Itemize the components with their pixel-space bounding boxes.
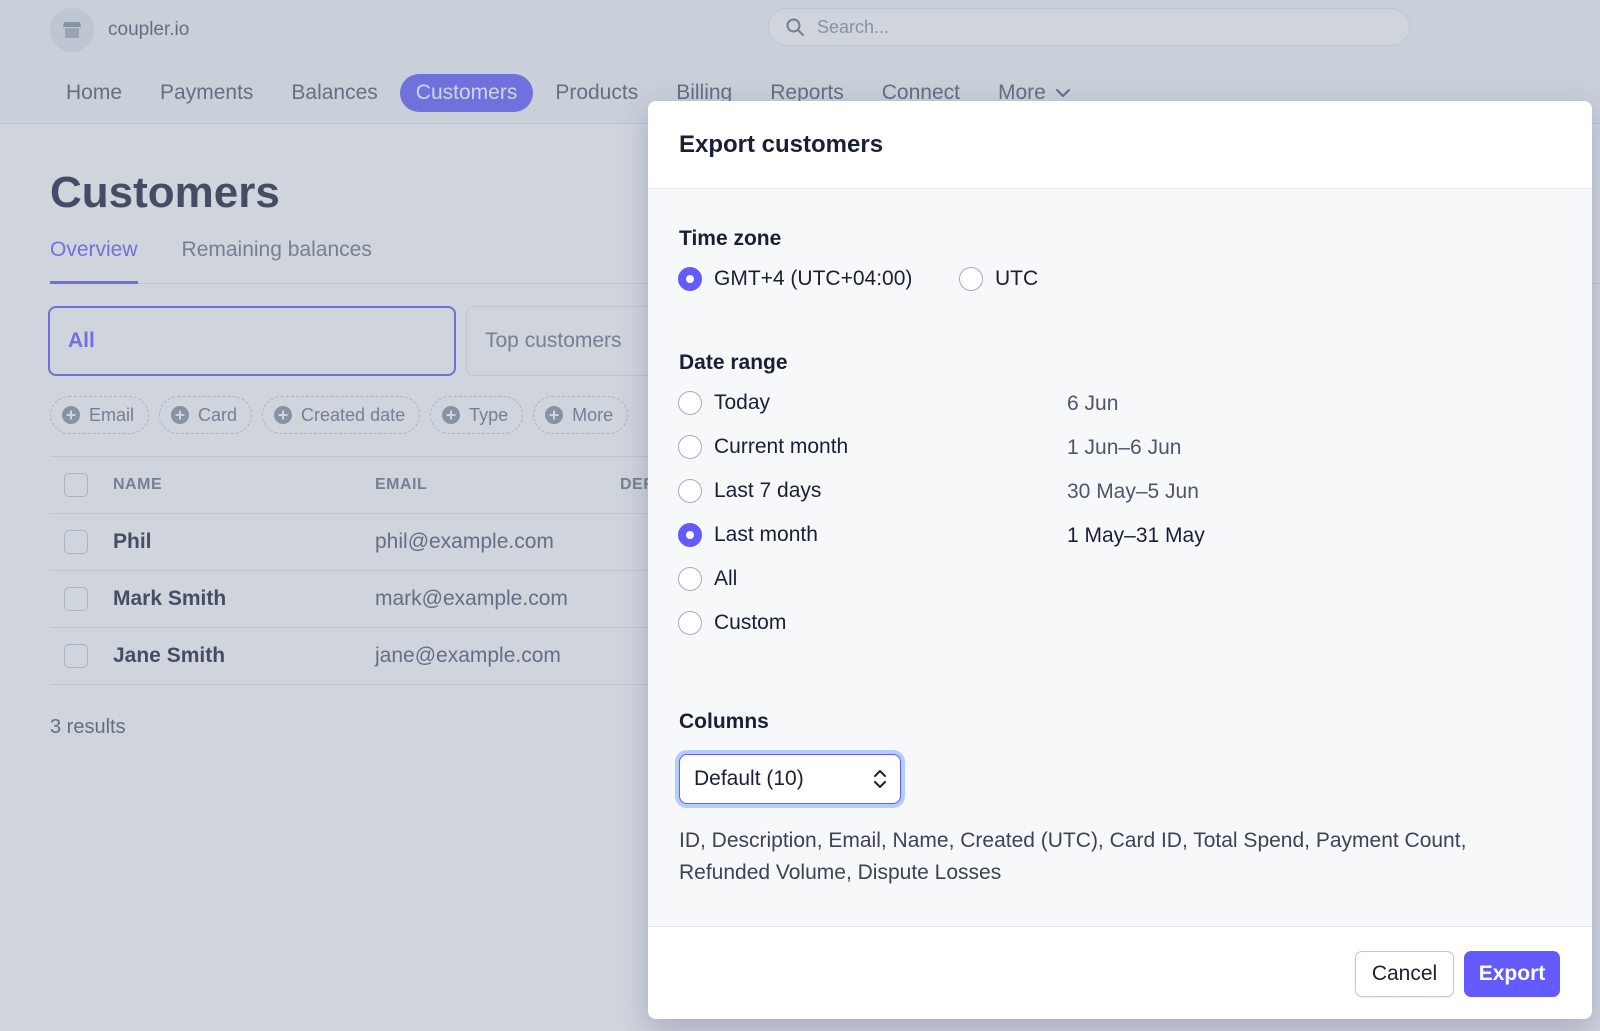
- option-label: Last 7 days: [714, 479, 822, 502]
- date-range-label: Date range: [679, 351, 788, 374]
- date-range-value: 1 Jun–6 Jun: [1067, 436, 1182, 459]
- radio-button[interactable]: [959, 267, 983, 291]
- option-label: Last month: [714, 523, 818, 546]
- date-range-option-last-month[interactable]: Last month: [678, 523, 818, 547]
- date-range-option-custom[interactable]: Custom: [678, 611, 786, 635]
- radio-button[interactable]: [678, 391, 702, 415]
- columns-select[interactable]: Default (10): [679, 754, 901, 804]
- radio-button[interactable]: [678, 267, 702, 291]
- timezone-option-utc[interactable]: UTC: [959, 267, 1038, 291]
- option-label: Current month: [714, 435, 849, 458]
- columns-label: Columns: [679, 710, 769, 733]
- radio-button[interactable]: [678, 479, 702, 503]
- timezone-option-gmt4[interactable]: GMT+4 (UTC+04:00): [678, 267, 912, 291]
- date-range-option-current-month[interactable]: Current month: [678, 435, 848, 459]
- option-label: GMT+4 (UTC+04:00): [714, 267, 913, 290]
- option-label: UTC: [995, 267, 1039, 290]
- date-range-option-today[interactable]: Today: [678, 391, 770, 415]
- columns-select-value: Default (10): [694, 767, 804, 790]
- radio-button[interactable]: [678, 435, 702, 459]
- option-label: Custom: [714, 611, 787, 634]
- modal-footer: Cancel Export: [648, 926, 1592, 1019]
- columns-description: ID, Description, Email, Name, Created (U…: [679, 829, 1467, 884]
- date-range-option-last-7-days[interactable]: Last 7 days: [678, 479, 821, 503]
- chevron-up-down-icon: [874, 770, 886, 788]
- export-customers-modal: Export customers Time zone GMT+4 (UTC+04…: [648, 101, 1592, 1019]
- radio-button[interactable]: [678, 523, 702, 547]
- export-button[interactable]: Export: [1464, 951, 1560, 997]
- date-range-option-all[interactable]: All: [678, 567, 737, 591]
- time-zone-label: Time zone: [679, 227, 782, 250]
- radio-button[interactable]: [678, 611, 702, 635]
- date-range-value: 1 May–31 May: [1067, 524, 1205, 547]
- cancel-button[interactable]: Cancel: [1355, 951, 1454, 997]
- modal-title: Export customers: [679, 130, 884, 158]
- modal-header: Export customers: [648, 101, 1592, 189]
- date-range-value: 30 May–5 Jun: [1067, 480, 1199, 503]
- date-range-value: 6 Jun: [1067, 392, 1119, 415]
- option-label: Today: [714, 391, 771, 414]
- option-label: All: [714, 567, 738, 590]
- radio-button[interactable]: [678, 567, 702, 591]
